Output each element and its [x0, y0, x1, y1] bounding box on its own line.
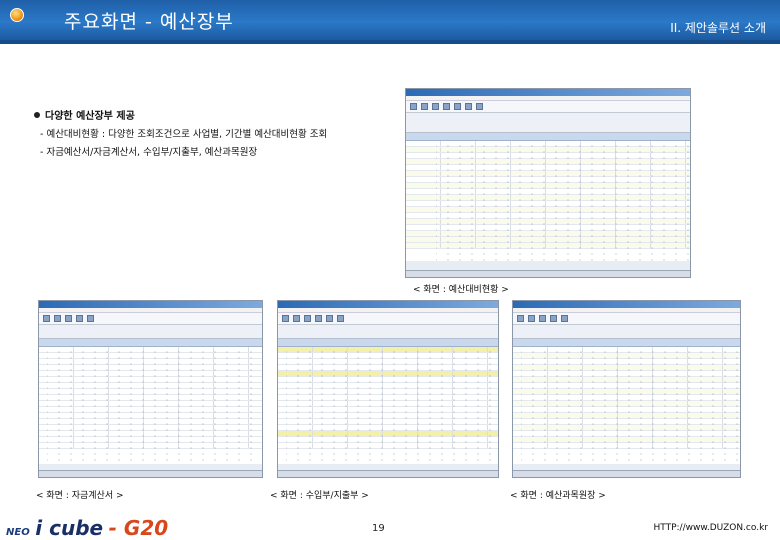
window-titlebar: [406, 89, 690, 96]
logo-icube: i cube: [35, 516, 104, 540]
page-number: 19: [372, 523, 385, 534]
logo-g20: - G20: [108, 516, 169, 540]
data-grid: [406, 133, 690, 261]
fund-statement-screenshot: [38, 300, 263, 478]
income-expense-screenshot: [277, 300, 499, 478]
header-divider: [0, 40, 780, 44]
header-bar: 주요화면 - 예산장부 II. 제안솔루션 소개: [0, 0, 780, 40]
window-filter-panel: [406, 113, 690, 133]
caption-fund-statement: < 화면 : 자금계산서 >: [36, 491, 124, 501]
company-logo: NEO i cube - G20: [6, 516, 168, 540]
company-url[interactable]: HTTP://www.DUZON.co.kr: [653, 523, 768, 533]
window-toolbar: [406, 101, 690, 113]
feature-line-2: - 자금예산서/자금계산서, 수입부/지출부, 예산과목원장: [40, 147, 258, 158]
budget-ledger-screenshot: [512, 300, 741, 478]
header-bullet-icon: [10, 8, 24, 22]
caption-budget-ledger: < 화면 : 예산과목원장 >: [510, 491, 606, 501]
section-label: II. 제안솔루션 소개: [670, 21, 766, 35]
logo-neo: NEO: [6, 527, 30, 538]
page-title: 주요화면 - 예산장부: [64, 11, 234, 33]
feature-heading: 다양한 예산장부 제공: [34, 107, 327, 122]
caption-budget-comparison: < 화면 : 예산대비현황 >: [413, 285, 509, 295]
feature-heading-text: 다양한 예산장부 제공: [45, 111, 135, 122]
feature-description: 다양한 예산장부 제공 - 예산대비현황 : 다양한 조회조건으로 사업별, 기…: [34, 107, 327, 158]
caption-income-expense: < 화면 : 수입부/지출부 >: [270, 491, 369, 501]
window-statusbar: [406, 270, 690, 277]
budget-comparison-screenshot: [405, 88, 691, 278]
feature-line-1: - 예산대비현황 : 다양한 조회조건으로 사업별, 기간별 예산대비현황 조회: [40, 129, 328, 140]
bullet-icon: [34, 111, 40, 118]
